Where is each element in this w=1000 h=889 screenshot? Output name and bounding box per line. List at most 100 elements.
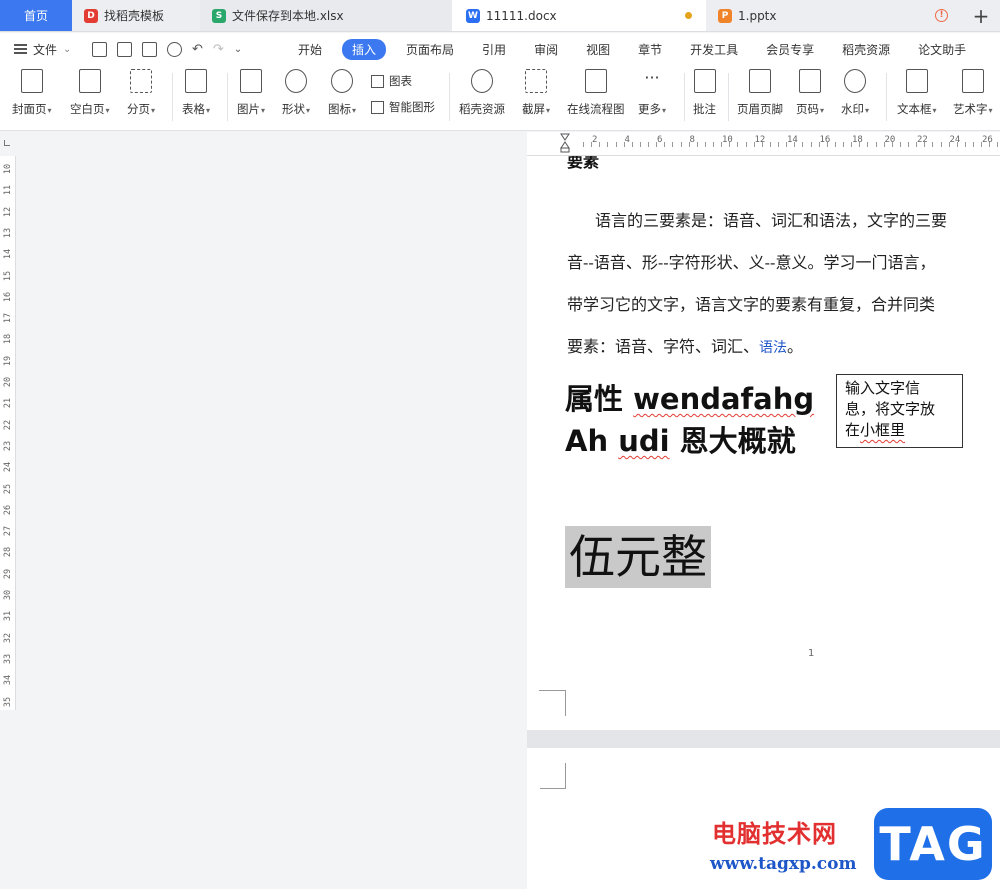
- ruler-tick: [940, 142, 942, 147]
- page-break-button[interactable]: 分页▾: [127, 69, 155, 117]
- print-preview-icon[interactable]: [167, 41, 182, 57]
- new-tab-button[interactable]: +: [962, 0, 1000, 32]
- more-button[interactable]: ··· 更多▾: [638, 69, 666, 117]
- menu-developer[interactable]: 开发工具: [676, 41, 752, 58]
- title-word: 恩大概就: [669, 424, 796, 458]
- section-heading: 要素: [567, 156, 600, 171]
- tab-docer-templates[interactable]: D 找稻壳模板: [72, 0, 200, 31]
- textbox-line: 输入文字信: [845, 379, 921, 397]
- menu-view[interactable]: 视图: [572, 41, 624, 58]
- ruler-number: 35: [3, 696, 13, 707]
- ruler-number: 2: [592, 135, 598, 145]
- table-icon: [185, 69, 207, 93]
- ruler-tick: [583, 142, 584, 147]
- horizontal-ruler[interactable]: 2 4 6 8 10 12 14 16 18 20 22 24 26: [527, 132, 1000, 156]
- docer-resources-button[interactable]: 稻壳资源: [459, 69, 505, 117]
- menu-thesis-assistant[interactable]: 论文助手: [904, 41, 980, 58]
- menu-insert[interactable]: 插入: [342, 38, 387, 60]
- document-page-1[interactable]: 要素 语言的三要素是：语音、词汇和语法，文字的三要 音--语音、形--字符形状、…: [527, 156, 1000, 730]
- picture-button[interactable]: 图片▾: [237, 69, 265, 117]
- site-watermark: 电脑技术网 www.tagxp.com TAG: [706, 806, 1000, 889]
- ruler-tick: [761, 142, 763, 147]
- ruler-number: 20: [884, 135, 896, 145]
- comment-button[interactable]: 批注: [693, 69, 716, 117]
- tab-home[interactable]: 首页: [0, 0, 72, 31]
- comment-label: 批注: [693, 102, 716, 116]
- tab-stop-icon[interactable]: [4, 140, 10, 146]
- tab-pptx-file[interactable]: P 1.pptx !: [706, 0, 962, 31]
- cover-page-icon: [20, 69, 43, 93]
- warning-icon[interactable]: !: [935, 9, 948, 22]
- export-pdf-icon[interactable]: [117, 41, 132, 57]
- watermark-icon: [844, 69, 866, 93]
- print-icon[interactable]: [142, 41, 157, 57]
- ruler-tick: [786, 142, 787, 147]
- wordart-button[interactable]: 艺术字▾: [953, 69, 993, 117]
- flowchart-button[interactable]: 在线流程图: [567, 69, 625, 117]
- undo-icon[interactable]: ↶: [192, 42, 203, 57]
- ruler-tick: [883, 142, 885, 147]
- title-line-2: Ah udi 恩大概就: [565, 420, 814, 462]
- blank-page-button[interactable]: 空白页▾: [70, 69, 110, 117]
- menu-chapter[interactable]: 章节: [624, 41, 676, 58]
- tab-docx-file[interactable]: W 11111.docx: [452, 0, 706, 31]
- text-box[interactable]: 输入文字信 息，将文字放 在小框里: [836, 374, 963, 448]
- unsaved-dot-icon: [685, 12, 692, 19]
- indent-marker-icon[interactable]: [560, 132, 570, 154]
- header-footer-label: 页眉页脚: [737, 102, 783, 116]
- cover-page-button[interactable]: 封面页▾: [12, 69, 52, 117]
- customize-toolbar-icon[interactable]: ⌄: [234, 44, 242, 55]
- highlighted-text[interactable]: 伍元整: [565, 526, 711, 588]
- vertical-ruler[interactable]: 10 11 12 13 14 15 16 17 18 19 20 21 22 23 24 25 26 27 28 29…: [0, 156, 16, 710]
- comment-icon: [693, 69, 716, 93]
- spellcheck-word: udi: [618, 424, 670, 458]
- save-icon[interactable]: [92, 41, 107, 57]
- ruler-tick: [599, 142, 600, 147]
- shape-button[interactable]: 形状▾: [282, 69, 310, 117]
- hamburger-icon: [14, 44, 27, 54]
- ruler-number: 12: [754, 135, 766, 145]
- ruler-number: 15: [3, 270, 13, 281]
- bold-title[interactable]: 属性 wendafahg Ah udi 恩大概就: [565, 378, 814, 462]
- ruler-number: 12: [3, 206, 13, 217]
- tab-xlsx-file[interactable]: S 文件保存到本地.xlsx: [200, 0, 452, 31]
- header-footer-button[interactable]: 页眉页脚: [737, 69, 783, 117]
- page-number-button[interactable]: 页码▾: [796, 69, 824, 117]
- screenshot-button[interactable]: 截屏▾: [522, 69, 550, 117]
- ruler-number: 16: [819, 135, 831, 145]
- watermark-button[interactable]: 水印▾: [841, 69, 869, 117]
- ruler-corner: [0, 132, 16, 156]
- menu-page-layout[interactable]: 页面布局: [392, 41, 468, 58]
- shape-icon: [285, 69, 307, 93]
- ruler-tick: [973, 142, 974, 147]
- ruler-number: 31: [3, 611, 13, 622]
- screenshot-label: 截屏: [522, 102, 545, 116]
- ruler-tick: [639, 142, 641, 147]
- flowchart-icon: [584, 69, 607, 93]
- ruler-number: 10: [3, 163, 13, 175]
- menu-references[interactable]: 引用: [468, 41, 520, 58]
- icon-library-button[interactable]: 图标▾: [328, 69, 356, 117]
- table-button[interactable]: 表格▾: [182, 69, 210, 117]
- body-paragraph[interactable]: 语言的三要素是：语音、词汇和语法，文字的三要 音--语音、形--字符形状、义--…: [567, 200, 1000, 369]
- ruler-number: 24: [949, 135, 961, 145]
- ruler-tick: [737, 142, 738, 147]
- page-number-icon: [799, 69, 821, 93]
- menu-review[interactable]: 审阅: [520, 41, 572, 58]
- menu-docer-resources[interactable]: 稻壳资源: [828, 41, 904, 58]
- menu-member[interactable]: 会员专享: [752, 41, 828, 58]
- file-menu-button[interactable]: 文件 ⌄: [0, 41, 84, 58]
- ruler-number: 6: [657, 135, 663, 145]
- page-break-icon: [130, 69, 152, 93]
- page-corner-mark: [539, 690, 566, 716]
- textbox-line: 在小框里: [845, 420, 954, 441]
- textbox-button[interactable]: 文本框▾: [897, 69, 937, 117]
- smartart-button[interactable]: 智能图形: [371, 99, 435, 115]
- chart-button[interactable]: 图表: [371, 73, 412, 89]
- ruler-tick: [916, 142, 917, 147]
- ruler-tick: [713, 142, 714, 147]
- ruler-tick: [802, 142, 803, 147]
- redo-icon[interactable]: ↷: [213, 42, 224, 57]
- menu-home[interactable]: 开始: [284, 41, 336, 58]
- spellcheck-word: wendafahg: [633, 382, 815, 416]
